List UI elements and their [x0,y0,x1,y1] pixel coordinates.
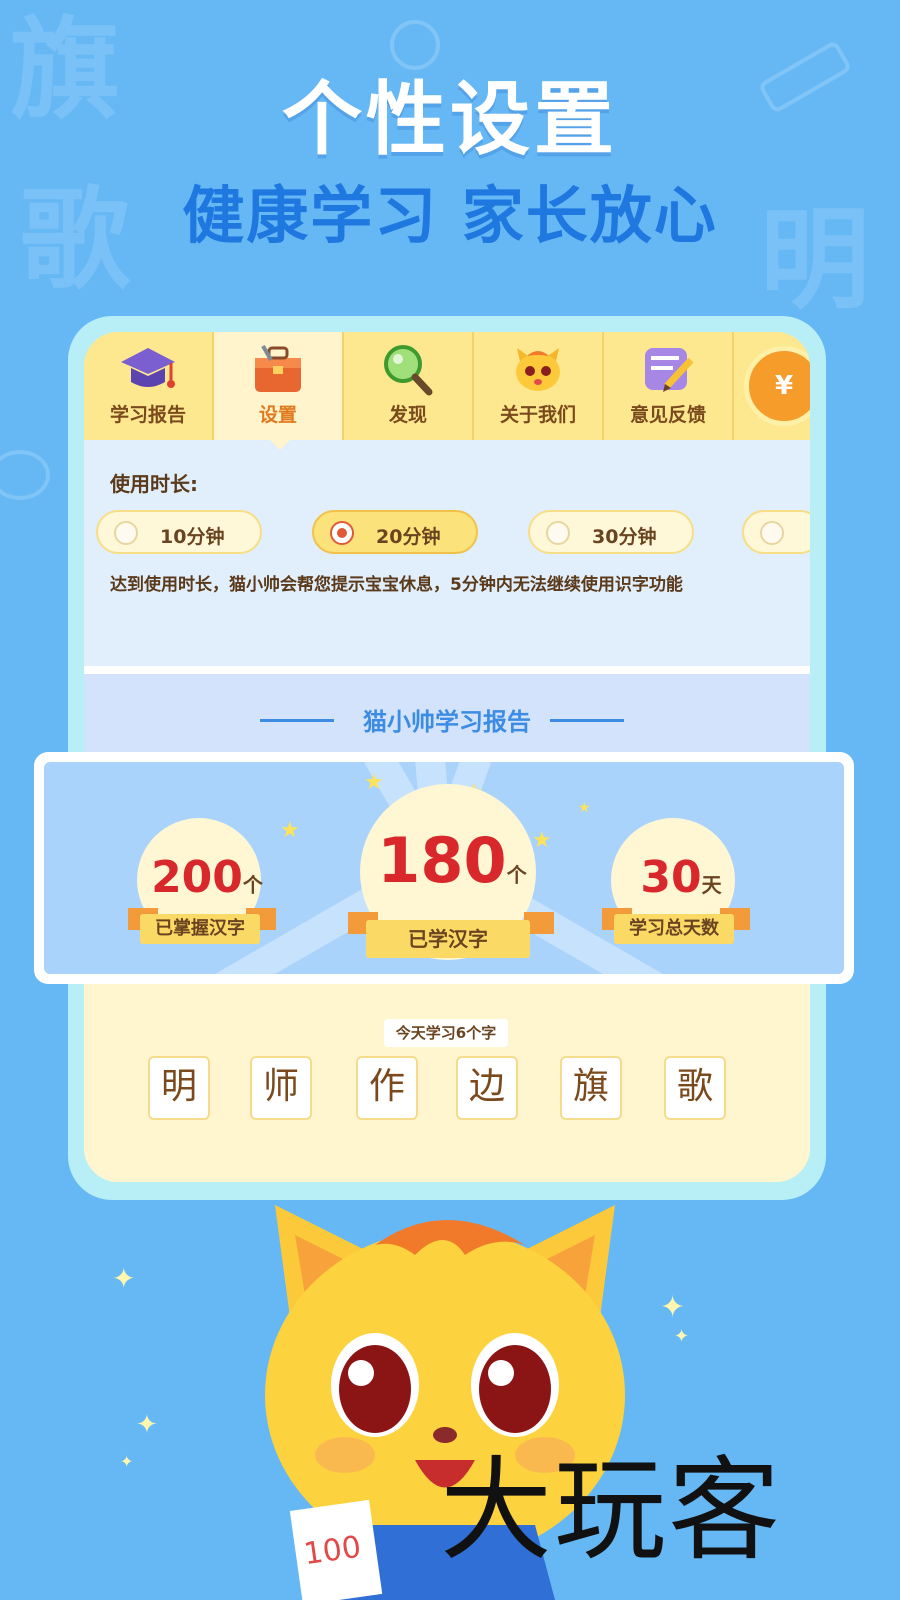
duration-note: 达到使用时长，猫小帅会帮您提示宝宝休息，5分钟内无法继续使用识字功能 [110,575,683,595]
stats-panel: ★ ★ ★ ★ ★ 200个 已掌握汉字 180个 已学汉字 [34,752,854,984]
star-icon: ✦ [674,1326,690,1347]
char-card[interactable]: 明 [148,1056,210,1120]
stat-label: 学习总天数 [614,914,734,944]
char-card[interactable]: 旗 [560,1056,622,1120]
bg-glasses-icon [0,450,50,500]
star-icon: ✦ [112,1262,136,1295]
duration-option-30[interactable]: 30分钟 [528,510,694,554]
stat-value: 30天 [640,852,722,903]
duration-option-10[interactable]: 10分钟 [96,510,262,554]
sparkle-icon: ★ [578,800,591,816]
tab-label: 关于我们 [499,404,576,426]
stat-label: 已掌握汉字 [140,914,260,944]
tab-label: 学习报告 [109,404,186,426]
feedback-pencil-icon [645,348,694,392]
duration-option-20[interactable]: 20分钟 [312,510,478,554]
tab-study-report[interactable]: 学习报告 [84,332,214,440]
page-subtitle: 健康学习 家长放心 [182,179,718,252]
stat-value: 180个 [377,824,527,897]
tab-about-us[interactable]: 关于我们 [474,332,604,440]
char-card[interactable]: 歌 [664,1056,726,1120]
today-label: 今天学习6个字 [384,1019,508,1047]
tab-discover[interactable]: 发现 [344,332,474,440]
option-label: 30分钟 [592,526,657,548]
radio-selected-icon [330,521,354,545]
star-icon: ✦ [120,1452,134,1471]
toolbox-icon [255,345,301,392]
stats-inner: ★ ★ ★ ★ ★ 200个 已掌握汉字 180个 已学汉字 [44,762,844,974]
star-icon: ✦ [136,1410,158,1440]
char-card[interactable]: 边 [456,1056,518,1120]
report-header: 猫小帅学习报告 [84,674,810,764]
settings-panel: 使用时长: 10分钟 20分钟 30分钟 达到使用时长，猫小帅会帮您提示宝宝休息… [84,440,810,666]
stat-total-days: 30天 学习总天数 [602,818,756,948]
magnifier-icon [384,345,433,396]
watermark-text: 大玩客 [440,1446,782,1576]
duration-label: 使用时长: [110,472,198,496]
stat-learned: 180个 已学汉字 [348,784,554,964]
stat-mastered: 200个 已掌握汉字 [128,818,282,948]
radio-icon [546,521,570,545]
section-divider [84,666,810,674]
stat-value: 200个 [151,852,263,903]
graduation-cap-icon [121,348,175,388]
sparkle-icon: ★ [280,818,300,843]
tab-settings[interactable]: 设置 [214,332,344,450]
tab-label: 意见反馈 [629,404,706,426]
report-title: 猫小帅学习报告 [363,708,531,736]
tab-feedback[interactable]: 意见反馈 [604,332,734,440]
char-card[interactable]: 作 [356,1056,418,1120]
cat-face-icon [516,348,560,391]
tab-label: 设置 [258,404,297,426]
option-label: 10分钟 [160,526,225,548]
option-label: 20分钟 [376,526,441,548]
tab-label: 发现 [388,404,427,426]
tab-bar: 学习报告 设置 发现 关于我们 意见反馈 ¥ [84,332,810,450]
radio-icon [760,521,784,545]
duration-option-more[interactable] [742,510,810,554]
char-card[interactable]: 师 [250,1056,312,1120]
page-title: 个性设置 [282,73,618,166]
stat-label: 已学汉字 [366,920,530,958]
coin-bag-icon[interactable]: ¥ [744,346,810,426]
radio-icon [114,521,138,545]
title-rule-right [550,719,624,722]
